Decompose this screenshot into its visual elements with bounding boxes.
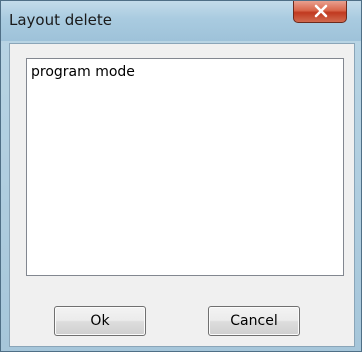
window-title: Layout delete	[9, 11, 113, 29]
dialog-body: program mode Ok Cancel	[9, 43, 355, 347]
layout-list[interactable]: program mode	[26, 58, 344, 276]
title-bar[interactable]: Layout delete	[1, 1, 361, 41]
cancel-button[interactable]: Cancel	[208, 306, 300, 336]
close-icon	[314, 4, 328, 18]
close-button[interactable]	[293, 1, 347, 23]
dialog-window: Layout delete program mode Ok Cancel	[0, 0, 362, 352]
ok-button[interactable]: Ok	[54, 306, 146, 336]
list-item[interactable]: program mode	[31, 64, 135, 80]
